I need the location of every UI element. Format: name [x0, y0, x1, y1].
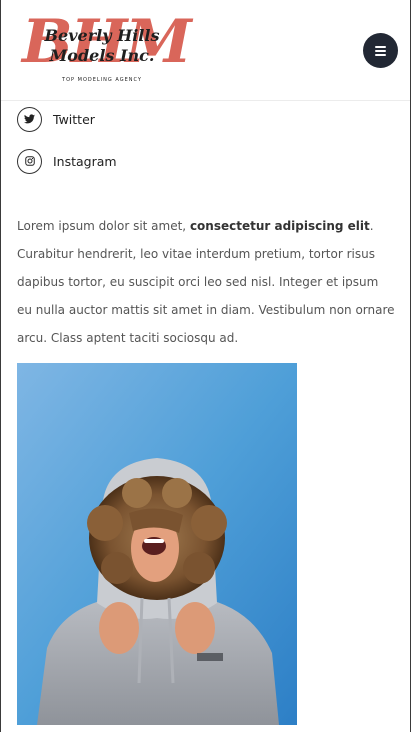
paragraph-text-end: . Curabitur hendrerit, leo vitae interdu…	[17, 219, 395, 345]
logo-line-2: Models Inc.	[49, 46, 155, 65]
logo-name: Beverly Hills Models Inc.	[22, 26, 182, 66]
social-link-instagram[interactable]: Instagram	[17, 148, 117, 174]
social-links: Twitter Instagram	[17, 106, 117, 190]
paragraph-bold-text: consectetur adipiscing elit	[189, 219, 370, 233]
site-header: BHM Beverly Hills Models Inc. TOP MODELI…	[1, 0, 410, 101]
instagram-icon	[17, 148, 42, 174]
site-logo[interactable]: BHM Beverly Hills Models Inc. TOP MODELI…	[22, 7, 192, 89]
page: BHM Beverly Hills Models Inc. TOP MODELI…	[0, 0, 411, 732]
model-photo	[17, 363, 297, 725]
twitter-label: Twitter	[53, 111, 95, 127]
twitter-icon	[17, 106, 42, 132]
logo-line-1: Beverly Hills	[44, 26, 160, 45]
social-link-twitter[interactable]: Twitter	[17, 106, 117, 132]
instagram-label: Instagram	[53, 153, 117, 169]
paragraph-text-start: Lorem ipsum dolor sit amet,	[17, 219, 190, 233]
logo-tagline: TOP MODELING AGENCY	[62, 77, 142, 83]
body-paragraph: Lorem ipsum dolor sit amet, consectetur …	[17, 212, 397, 352]
menu-button[interactable]	[363, 33, 398, 68]
model-photo-illustration	[17, 363, 297, 725]
hamburger-icon	[375, 45, 386, 56]
